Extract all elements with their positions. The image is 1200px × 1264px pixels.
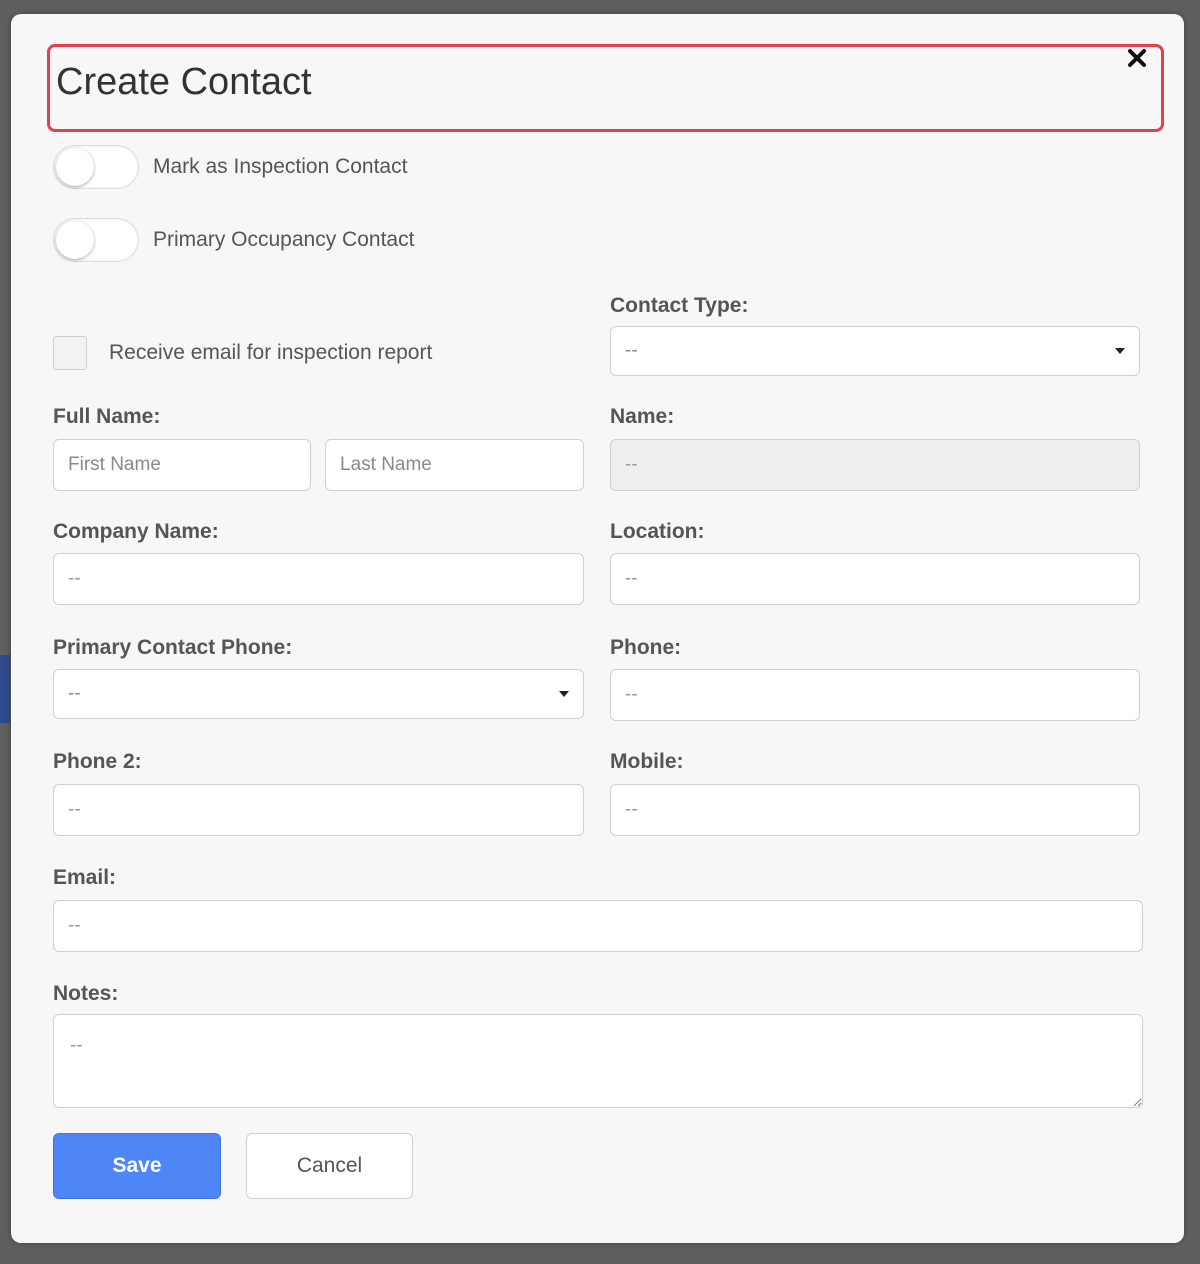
save-button[interactable]: Save [53, 1133, 221, 1199]
background-sidebar-accent [0, 655, 10, 723]
company-name-input[interactable] [53, 553, 584, 605]
chevron-down-icon [1115, 348, 1125, 354]
receive-email-label: Receive email for inspection report [109, 341, 433, 364]
dialog-header-highlight: Create Contact [47, 44, 1164, 132]
name-label: Name: [610, 405, 675, 428]
phone2-input[interactable] [53, 784, 584, 836]
primary-contact-phone-label: Primary Contact Phone: [53, 636, 293, 659]
primary-occupancy-contact-label: Primary Occupancy Contact [153, 228, 415, 251]
dialog-title: Create Contact [56, 61, 312, 103]
first-name-input[interactable] [53, 439, 311, 491]
name-input [610, 439, 1140, 491]
phone2-label: Phone 2: [53, 750, 142, 773]
close-icon[interactable] [1123, 44, 1151, 72]
create-contact-dialog: Create Contact Mark as Inspection Contac… [11, 14, 1184, 1243]
chevron-down-icon [559, 691, 569, 697]
primary-occupancy-toggle-row: Primary Occupancy Contact [53, 218, 414, 262]
receive-email-checkbox[interactable] [53, 336, 87, 370]
last-name-input[interactable] [325, 439, 584, 491]
mobile-input[interactable] [610, 784, 1140, 836]
primary-contact-phone-value: -- [68, 683, 81, 704]
toggle-knob [56, 221, 94, 259]
full-name-label: Full Name: [53, 405, 161, 428]
inspection-contact-toggle-row: Mark as Inspection Contact [53, 145, 407, 189]
primary-contact-phone-select[interactable]: -- [53, 669, 584, 719]
phone-label: Phone: [610, 636, 682, 659]
mark-inspection-contact-toggle[interactable] [53, 145, 139, 189]
notes-label: Notes: [53, 982, 119, 1005]
contact-type-value: -- [625, 340, 638, 361]
mark-inspection-contact-label: Mark as Inspection Contact [153, 155, 408, 178]
receive-email-row: Receive email for inspection report [53, 336, 432, 370]
notes-textarea[interactable] [53, 1014, 1143, 1108]
email-label: Email: [53, 866, 117, 889]
company-name-label: Company Name: [53, 520, 219, 543]
phone-input[interactable] [610, 669, 1140, 721]
location-label: Location: [610, 520, 705, 543]
email-input[interactable] [53, 900, 1143, 952]
toggle-knob [56, 148, 94, 186]
location-input[interactable] [610, 553, 1140, 605]
contact-type-label: Contact Type: [610, 294, 749, 317]
cancel-button[interactable]: Cancel [246, 1133, 413, 1199]
mobile-label: Mobile: [610, 750, 684, 773]
contact-type-select[interactable]: -- [610, 326, 1140, 376]
primary-occupancy-contact-toggle[interactable] [53, 218, 139, 262]
